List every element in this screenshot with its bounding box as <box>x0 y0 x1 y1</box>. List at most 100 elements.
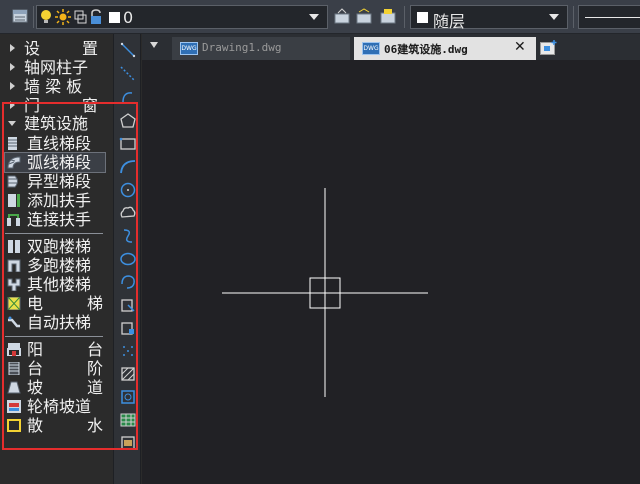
menu-item-label: 水 <box>86 416 103 435</box>
menu-item-wheelchair-ramp[interactable]: 轮椅坡道 <box>5 397 105 416</box>
color-swatch <box>417 12 428 23</box>
category-settings[interactable]: 设置 <box>0 39 112 58</box>
make-block-icon[interactable] <box>118 318 138 338</box>
add-handrail-icon <box>8 194 20 207</box>
connect-handrail-icon <box>7 214 20 226</box>
expand-arrow-icon <box>10 44 15 52</box>
other-stair-icon <box>7 278 21 291</box>
crosshair-cursor <box>222 188 428 397</box>
menu-item-apron[interactable]: 散水 <box>5 416 105 435</box>
linetype-select[interactable] <box>578 5 640 29</box>
category-label: 建筑设施 <box>24 114 89 133</box>
polygon-icon[interactable] <box>118 111 138 131</box>
category-label: 轴网柱子 <box>24 58 89 77</box>
match-layer-icon[interactable] <box>334 8 350 24</box>
layer-color-icon[interactable] <box>73 9 87 25</box>
menu-item-label: 自动扶梯 <box>27 313 92 332</box>
gradient-icon[interactable] <box>118 387 138 407</box>
chevron-down-icon[interactable] <box>549 14 559 20</box>
menu-item-label: 其他楼梯 <box>27 275 92 294</box>
menu-item-label: 双跑楼梯 <box>27 237 92 256</box>
menu-item-label: 电 <box>27 294 44 313</box>
category-label: 墙 梁 板 <box>24 77 83 96</box>
table-icon[interactable] <box>118 410 138 430</box>
menu-item-other-stair[interactable]: 其他楼梯 <box>5 275 105 294</box>
menu-item-custom-stair[interactable]: 异型梯段 <box>5 172 105 191</box>
divider <box>5 233 103 234</box>
balcony-icon <box>7 343 21 356</box>
expand-arrow-icon <box>10 101 15 109</box>
revision-cloud-icon[interactable] <box>118 203 138 223</box>
expand-arrow-icon <box>10 63 15 71</box>
tab-menu-arrow-icon[interactable] <box>150 42 158 48</box>
menu-item-label: 道 <box>86 378 103 397</box>
menu-item-arc-stair[interactable]: 弧线梯段 <box>4 152 106 173</box>
menu-item-elevator[interactable]: 电梯 <box>5 294 105 313</box>
insert-block-icon[interactable] <box>118 295 138 315</box>
hatch-icon[interactable] <box>118 364 138 384</box>
tab-drawing1[interactable]: DWG Drawing1.dwg <box>172 37 350 60</box>
menu-item-label: 弧线梯段 <box>27 153 92 172</box>
layer-select[interactable]: 0 <box>36 5 328 29</box>
dwg-file-icon: DWG <box>180 42 198 55</box>
arc-stair-icon <box>7 156 21 169</box>
lock-icon[interactable] <box>89 9 103 25</box>
menu-item-escalator[interactable]: 自动扶梯 <box>5 313 105 332</box>
menu-item-label: 台 <box>27 359 44 378</box>
drawing-canvas[interactable] <box>142 60 640 484</box>
sun-freeze-icon[interactable] <box>55 9 71 25</box>
color-select[interactable]: 随层 <box>410 5 568 31</box>
menu-item-label: 多跑楼梯 <box>27 256 92 275</box>
layer-isolate-icon[interactable] <box>380 8 396 24</box>
steps-icon <box>8 362 20 375</box>
menu-item-label: 阳 <box>27 340 44 359</box>
rectangle-icon[interactable] <box>118 134 138 154</box>
layer-color-swatch <box>109 12 120 23</box>
chevron-down-icon[interactable] <box>309 14 319 20</box>
menu-item-label: 散 <box>27 416 44 435</box>
spline-icon[interactable] <box>118 226 138 246</box>
ramp-icon <box>7 381 21 394</box>
menu-item-double-run-stair[interactable]: 双跑楼梯 <box>5 237 105 256</box>
apron-icon <box>7 419 21 432</box>
straight-stair-icon <box>8 137 17 150</box>
double-run-stair-icon <box>8 240 20 253</box>
menu-item-ramp[interactable]: 坡道 <box>5 378 105 397</box>
tab-label: Drawing1.dwg <box>202 41 282 54</box>
layer-manager-icon[interactable] <box>12 8 28 24</box>
menu-item-add-handrail[interactable]: 添加扶手 <box>5 191 105 210</box>
line-icon[interactable] <box>118 40 138 60</box>
category-building-facilities[interactable]: 建筑设施 <box>0 114 112 133</box>
close-icon[interactable]: ✕ <box>514 39 526 55</box>
menu-item-label: 坡 <box>27 378 44 397</box>
polyline-arc-icon[interactable] <box>118 88 138 108</box>
construction-line-icon[interactable] <box>118 64 138 84</box>
category-axis-columns[interactable]: 轴网柱子 <box>0 58 112 77</box>
menu-item-straight-stair[interactable]: 直线梯段 <box>5 134 105 153</box>
menu-item-balcony[interactable]: 阳台 <box>5 340 105 359</box>
point-icon[interactable] <box>118 341 138 361</box>
draw-toolbar <box>113 34 141 484</box>
menu-item-connect-handrail[interactable]: 连接扶手 <box>5 210 105 229</box>
divider <box>5 336 103 337</box>
menu-item-multi-run-stair[interactable]: 多跑楼梯 <box>5 256 105 275</box>
new-tab-icon[interactable] <box>540 40 558 55</box>
layer-previous-icon[interactable] <box>356 8 372 24</box>
category-wall-beam-slab[interactable]: 墙 梁 板 <box>0 77 112 96</box>
ellipse-arc-icon[interactable] <box>118 272 138 292</box>
menu-item-steps[interactable]: 台阶 <box>5 359 105 378</box>
dwg-file-icon: DWG <box>362 42 380 55</box>
menu-item-label: 连接扶手 <box>27 210 92 229</box>
ellipse-icon[interactable] <box>118 249 138 269</box>
circle-icon[interactable] <box>118 180 138 200</box>
category-label: 门 <box>24 96 41 113</box>
tab-06-building-facilities[interactable]: DWG 06建筑设施.dwg <box>354 37 536 60</box>
arc-icon[interactable] <box>118 157 138 177</box>
lightbulb-icon[interactable] <box>39 9 53 25</box>
category-door-window[interactable]: 门窗 <box>0 96 112 113</box>
elevator-icon <box>7 297 21 310</box>
wheelchair-ramp-icon <box>7 400 21 413</box>
multiline-text-icon[interactable] <box>118 433 138 453</box>
menu-item-label: 轮椅坡道 <box>27 397 92 416</box>
expand-arrow-icon <box>10 82 15 90</box>
